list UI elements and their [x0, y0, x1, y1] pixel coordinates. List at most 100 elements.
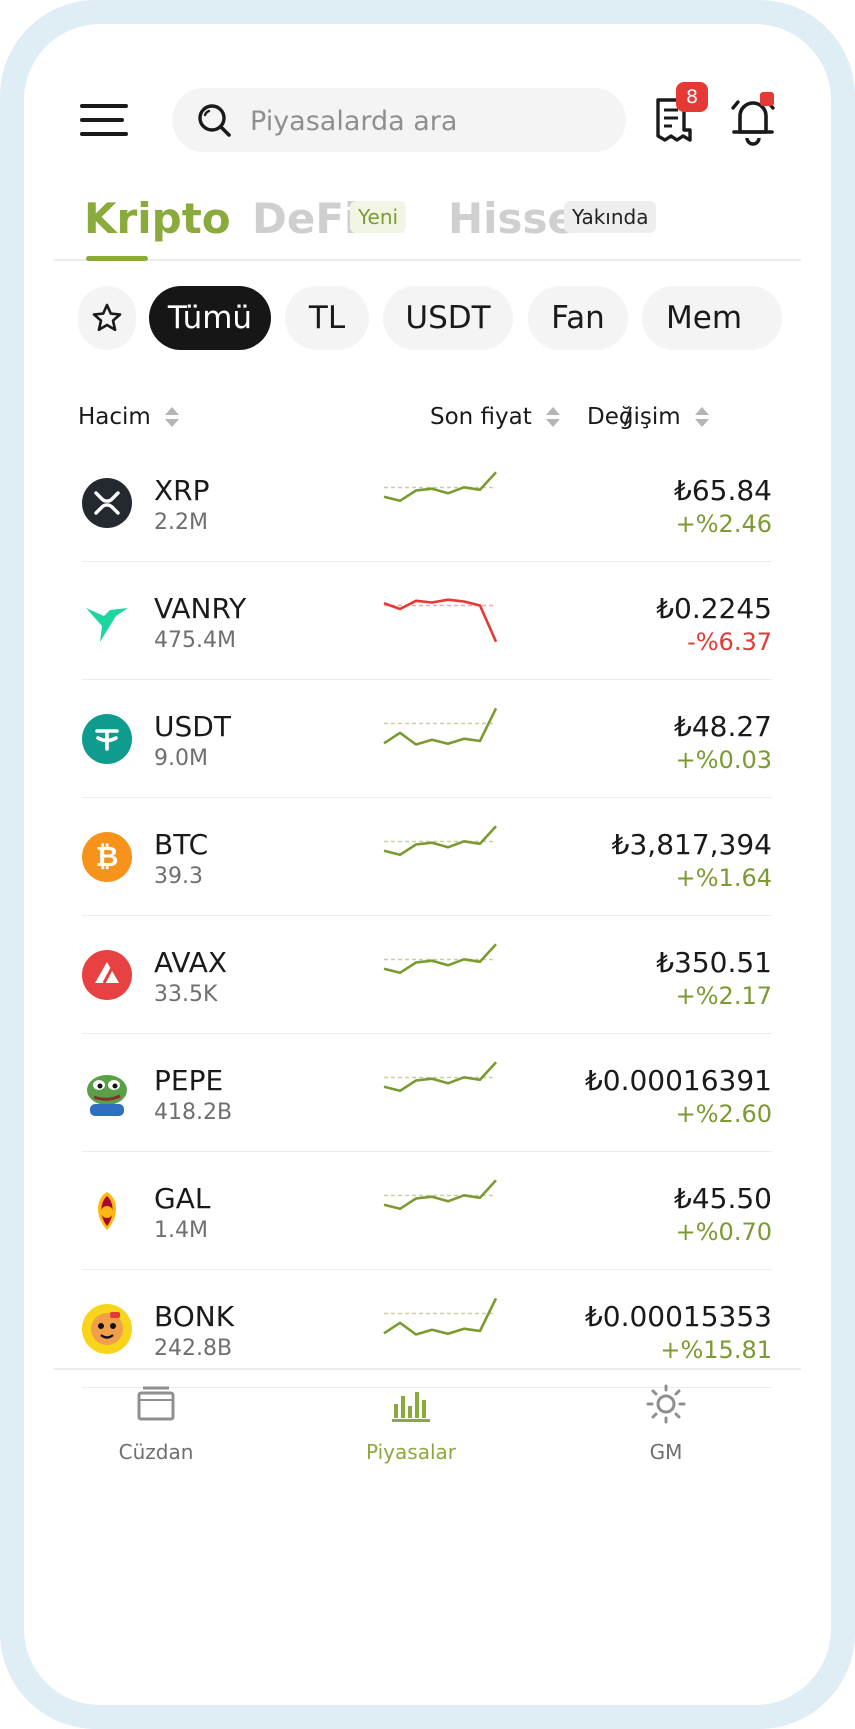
asset-symbol: BTC: [154, 828, 209, 861]
favorites-filter-chip[interactable]: [78, 286, 136, 350]
volume-header-label: Hacim: [78, 404, 151, 430]
price-header-label: Son fiyat: [430, 404, 532, 430]
asset-volume: 1.4M: [154, 1218, 208, 1243]
asset-symbol: AVAX: [154, 946, 228, 979]
asset-volume: 9.0M: [154, 746, 208, 771]
nav-gm[interactable]: GM: [596, 1384, 736, 1474]
asset-price: ₺0.00015353: [584, 1300, 772, 1333]
asset-symbol: XRP: [154, 474, 210, 507]
search-bar[interactable]: [172, 88, 626, 154]
gal-logo-icon: [82, 1186, 132, 1236]
search-input[interactable]: [248, 88, 612, 154]
vanry-logo-icon: [82, 596, 132, 646]
menu-icon: [80, 104, 128, 108]
asset-symbol: GAL: [154, 1182, 211, 1215]
sparkline-line: [383, 707, 498, 746]
asset-price: ₺45.50: [674, 1182, 772, 1215]
asset-change: +%0.03: [675, 746, 772, 774]
price-sparkline: [383, 1297, 498, 1336]
asset-change: -%6.37: [687, 628, 772, 656]
filter-chip-meme[interactable]: Mem: [642, 286, 782, 350]
price-sparkline: [383, 825, 497, 857]
asset-symbol: VANRY: [154, 592, 247, 625]
svg-text:₿: ₿: [96, 840, 119, 873]
price-sparkline: [383, 1061, 497, 1093]
asset-row[interactable]: BONK 242.8B ₺0.00015353 +%15.81: [82, 1270, 772, 1388]
filter-chip-fan[interactable]: Fan: [528, 286, 628, 350]
asset-change: +%0.70: [675, 1218, 772, 1246]
bonk-logo-icon: [82, 1304, 132, 1354]
sparkline-line: [383, 471, 497, 503]
asset-row[interactable]: VANRY 475.4M ₺0.2245 -%6.37: [82, 562, 772, 680]
nav-gm-label: GM: [649, 1440, 683, 1464]
sparkline-line: [383, 1061, 497, 1093]
active-tab-indicator: [86, 256, 148, 261]
asset-price: ₺350.51: [656, 946, 772, 979]
volume-sort-header[interactable]: Hacim: [78, 404, 179, 430]
tab-kripto[interactable]: Kripto: [84, 194, 231, 243]
asset-volume: 242.8B: [154, 1336, 233, 1361]
asset-symbol: USDT: [154, 710, 231, 743]
change-header-label: Değişim: [587, 404, 681, 430]
filter-chip-tl[interactable]: TL: [285, 286, 369, 350]
tab-divider: [54, 259, 801, 261]
price-sparkline: [383, 943, 497, 975]
star-icon: [92, 303, 122, 332]
sparkline-line: [383, 1297, 498, 1336]
sparkline-line: [383, 825, 497, 857]
price-sparkline: [383, 598, 498, 643]
sparkline-line: [383, 943, 497, 975]
filter-chips: Tümü TL USDT Fan Mem: [78, 286, 810, 358]
asset-symbol: BONK: [154, 1300, 235, 1333]
sort-icon: [163, 406, 179, 428]
nav-markets-label: Piyasalar: [366, 1440, 456, 1464]
price-sparkline: [383, 471, 497, 503]
asset-change: +%15.81: [660, 1336, 772, 1364]
pepe-logo-icon: [82, 1068, 132, 1118]
asset-volume: 33.5K: [154, 982, 218, 1007]
asset-volume: 39.3: [154, 864, 203, 889]
price-sparkline: [383, 707, 498, 746]
asset-row[interactable]: USDT 9.0M ₺48.27 +%0.03: [82, 680, 772, 798]
menu-button[interactable]: [80, 104, 128, 140]
btc-logo-icon: ₿: [82, 832, 132, 882]
sparkline-line: [383, 1179, 497, 1211]
asset-symbol: PEPE: [154, 1064, 224, 1097]
filter-chip-usdt[interactable]: USDT: [383, 286, 513, 350]
page-background: 8 Kripto DeFi Yeni Hisse Yakında Tümü TL…: [0, 0, 855, 1729]
asset-row[interactable]: AVAX 33.5K ₺350.51 +%2.17: [82, 916, 772, 1034]
sort-icon: [693, 406, 709, 428]
asset-row[interactable]: PEPE 418.2B ₺0.00016391 +%2.60: [82, 1034, 772, 1152]
notification-dot: [760, 92, 774, 106]
asset-change: +%1.64: [675, 864, 772, 892]
nav-markets[interactable]: Piyasalar: [341, 1384, 481, 1474]
avax-logo-icon: [82, 950, 132, 1000]
asset-volume: 418.2B: [154, 1100, 233, 1125]
sort-icon: [544, 406, 560, 428]
wallet-icon: [137, 1386, 175, 1421]
asset-change: +%2.46: [675, 510, 772, 538]
change-sort-header[interactable]: Değişim: [587, 404, 709, 430]
asset-row[interactable]: XRP 2.2M ₺65.84 +%2.46: [82, 444, 772, 562]
orders-count-badge: 8: [676, 82, 708, 112]
asset-row[interactable]: GAL 1.4M ₺45.50 +%0.70: [82, 1152, 772, 1270]
app-screen: 8 Kripto DeFi Yeni Hisse Yakında Tümü TL…: [24, 24, 831, 1705]
asset-price: ₺3,817,394: [611, 828, 772, 861]
tab-defi[interactable]: DeFi: [252, 194, 358, 243]
tab-hisse[interactable]: Hisse: [448, 194, 576, 243]
search-icon: [198, 104, 231, 137]
asset-price: ₺48.27: [674, 710, 772, 743]
asset-change: +%2.60: [675, 1100, 772, 1128]
asset-volume: 2.2M: [154, 510, 208, 535]
bar-chart-icon: [392, 1392, 430, 1422]
new-tag: Yeni: [350, 201, 407, 233]
asset-price: ₺65.84: [674, 474, 772, 507]
nav-wallet[interactable]: Cüzdan: [86, 1384, 226, 1474]
asset-row[interactable]: ₿ BTC 39.3 ₺3,817,394 +%1.64: [82, 798, 772, 916]
asset-change: +%2.17: [675, 982, 772, 1010]
nav-wallet-label: Cüzdan: [118, 1440, 194, 1464]
usdt-logo-icon: [82, 714, 132, 764]
xrp-logo-icon: [82, 478, 132, 528]
price-sort-header[interactable]: Son fiyat: [430, 404, 560, 430]
filter-chip-all[interactable]: Tümü: [149, 286, 271, 350]
